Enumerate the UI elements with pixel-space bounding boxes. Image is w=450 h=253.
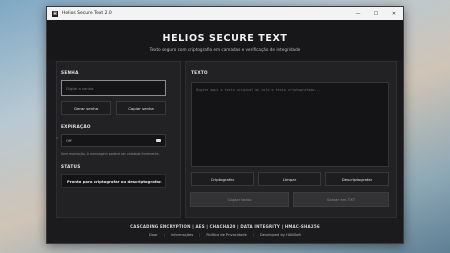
title-bar: H Helios Secure Text 2.0 — ☐ ✕ (47, 7, 403, 20)
footer-links: Doar | Informações | Política de Privaci… (47, 233, 403, 237)
donate-link[interactable]: Doar (149, 233, 158, 237)
app-icon: H (52, 10, 58, 17)
info-link[interactable]: Informações (171, 233, 193, 237)
maximize-icon[interactable]: ☐ (367, 7, 385, 20)
window-title: Helios Secure Text 2.0 (62, 11, 112, 16)
decrypt-button[interactable]: Descriptografar (325, 172, 389, 186)
expiration-toggle-icon[interactable] (156, 139, 161, 142)
copy-text-button[interactable]: Copiar texto (190, 192, 289, 207)
password-input[interactable]: Digite a senha (61, 80, 166, 96)
encrypt-button[interactable]: Criptografar (191, 172, 254, 186)
footer-separator: | (199, 233, 201, 237)
expiration-value: Off (66, 138, 72, 143)
close-icon[interactable]: ✕ (385, 7, 403, 20)
generate-password-button[interactable]: Gerar senha (61, 101, 111, 115)
footer: CASCADING ENCRYPTION | AES | CHACHA20 | … (47, 219, 403, 243)
app-subtitle: Texto seguro com criptografia em camadas… (149, 47, 301, 52)
app-window: H Helios Secure Text 2.0 — ☐ ✕ HELIOS SE… (46, 6, 404, 244)
password-section-label: SENHA (61, 70, 79, 75)
save-txt-button[interactable]: Salvar em TXT (293, 192, 389, 207)
minimize-icon[interactable]: — (349, 7, 367, 20)
footer-separator: | (163, 233, 165, 237)
settings-panel: SENHA Digite a senha Gerar senha Copiar … (56, 61, 181, 218)
privacy-policy-link[interactable]: Política de Privacidade (206, 233, 246, 237)
footer-separator: | (252, 233, 255, 237)
text-section-label: TEXTO (191, 70, 208, 75)
status-message: Pronto para criptografar ou descriptogra… (61, 174, 166, 188)
expiration-section-label: EXPIRAÇÃO (61, 124, 91, 129)
text-area[interactable]: Digite aqui o texto original ou cole o t… (191, 82, 389, 167)
developer-link[interactable]: Developed by HANSoft (260, 233, 301, 237)
app-header: HELIOS SECURE TEXT Texto seguro com crip… (47, 20, 403, 60)
password-placeholder: Digite a senha (66, 85, 94, 91)
clear-button[interactable]: Limpar (258, 172, 321, 186)
text-area-placeholder: Digite aqui o texto original ou cole o t… (196, 88, 321, 92)
expiration-hint: Sem expiração. A mensagem poderá ser val… (61, 152, 160, 156)
copy-password-button[interactable]: Copiar senha (116, 101, 166, 115)
expiration-select[interactable]: Off (61, 134, 166, 147)
app-title: HELIOS SECURE TEXT (162, 33, 288, 44)
footer-title: CASCADING ENCRYPTION | AES | CHACHA20 | … (130, 224, 320, 229)
status-section-label: STATUS (61, 164, 81, 169)
